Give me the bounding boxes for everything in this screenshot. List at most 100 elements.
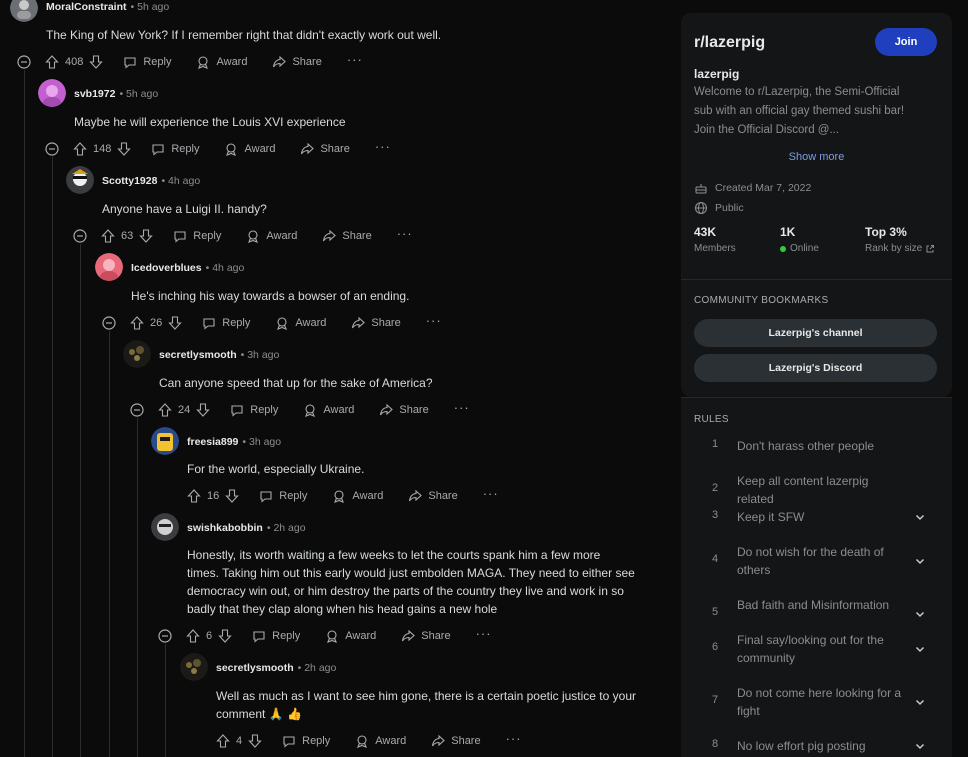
reply-button[interactable]: Reply — [259, 489, 307, 503]
more-options-button[interactable]: ··· — [483, 486, 499, 501]
downvote-icon[interactable] — [139, 229, 154, 243]
award-icon — [305, 404, 316, 417]
bookmark-channel-button[interactable]: Lazerpig's channel — [694, 319, 937, 347]
rule-number: 7 — [712, 694, 719, 706]
vote-control: 26 — [130, 316, 183, 330]
share-button[interactable]: Share — [379, 403, 429, 417]
award-button[interactable]: Award — [325, 629, 376, 643]
downvote-icon[interactable] — [225, 489, 240, 503]
collapse-icon[interactable] — [158, 629, 172, 643]
comment-author[interactable]: freesia899 — [187, 436, 238, 448]
thread-line[interactable] — [80, 244, 81, 757]
rule-number: 4 — [712, 553, 719, 565]
reply-button[interactable]: Reply — [282, 734, 330, 748]
thread-line[interactable] — [24, 70, 25, 757]
collapse-icon[interactable] — [17, 55, 31, 69]
bookmark-discord-button[interactable]: Lazerpig's Discord — [694, 354, 937, 382]
upvote-icon[interactable] — [73, 142, 87, 156]
comment-author[interactable]: swishkabobbin — [187, 522, 263, 534]
upvote-icon[interactable] — [45, 55, 59, 69]
collapse-icon[interactable] — [73, 229, 87, 243]
comment-author[interactable]: MoralConstraint — [46, 1, 127, 13]
downvote-icon[interactable] — [89, 55, 104, 69]
comment-author[interactable]: Scotty1928 — [102, 175, 157, 187]
award-button[interactable]: Award — [303, 403, 354, 417]
upvote-icon[interactable] — [186, 629, 200, 643]
collapse-icon[interactable] — [102, 316, 116, 330]
downvote-icon[interactable] — [168, 316, 183, 330]
reply-button[interactable]: Reply — [123, 55, 171, 69]
share-button[interactable]: Share — [300, 142, 350, 156]
award-button[interactable]: Award — [224, 142, 275, 156]
share-button[interactable]: Share — [272, 55, 322, 69]
rule-number: 2 — [712, 482, 719, 494]
comment-body: The King of New York? If I remember righ… — [46, 28, 442, 42]
reply-button[interactable]: Reply — [173, 229, 221, 243]
community-title[interactable]: r/lazerpig — [694, 34, 765, 52]
more-options-button[interactable]: ··· — [454, 400, 470, 415]
avatar[interactable] — [151, 513, 179, 541]
share-button[interactable]: Share — [351, 316, 401, 330]
avatar[interactable] — [66, 166, 94, 194]
share-button[interactable]: Share — [408, 489, 458, 503]
show-more-link[interactable]: Show more — [681, 151, 952, 163]
reply-button[interactable]: Reply — [230, 403, 278, 417]
chevron-down-icon[interactable] — [914, 696, 926, 708]
award-button[interactable]: Award — [355, 734, 406, 748]
reply-button[interactable]: Reply — [151, 142, 199, 156]
downvote-icon[interactable] — [218, 629, 232, 643]
award-button[interactable]: Award — [332, 489, 383, 503]
reply-button[interactable]: Reply — [252, 629, 300, 643]
comment-author[interactable]: Icedoverblues — [131, 262, 202, 274]
more-options-button[interactable]: ··· — [375, 139, 391, 154]
award-button[interactable]: Award — [196, 55, 247, 69]
avatar[interactable] — [38, 79, 66, 107]
more-options-button[interactable]: ··· — [347, 52, 363, 67]
thread-line[interactable] — [52, 157, 53, 757]
share-button[interactable]: Share — [401, 629, 451, 643]
share-button[interactable]: Share — [322, 229, 372, 243]
chevron-down-icon[interactable] — [914, 555, 926, 567]
avatar[interactable] — [180, 653, 208, 681]
more-options-button[interactable]: ··· — [397, 226, 413, 241]
more-options-button[interactable]: ··· — [506, 731, 522, 746]
share-icon — [380, 403, 394, 416]
comment-author[interactable]: secretlysmooth — [216, 662, 294, 674]
rule-text: Final say/looking out for the community — [737, 633, 884, 665]
chevron-down-icon[interactable] — [914, 643, 926, 655]
upvote-icon[interactable] — [187, 489, 201, 503]
comment-author[interactable]: svb1972 — [74, 88, 115, 100]
upvote-icon[interactable] — [130, 316, 144, 330]
comment-time: • 2h ago — [266, 522, 306, 534]
downvote-icon[interactable] — [117, 142, 132, 156]
upvote-icon[interactable] — [158, 403, 172, 417]
collapse-icon[interactable] — [130, 403, 144, 417]
chevron-down-icon[interactable] — [914, 608, 926, 620]
join-button[interactable]: Join — [875, 28, 937, 56]
avatar[interactable] — [10, 0, 38, 22]
more-options-button[interactable]: ··· — [426, 313, 442, 328]
collapse-icon[interactable] — [45, 142, 59, 156]
external-link-icon[interactable] — [925, 244, 935, 254]
avatar[interactable] — [151, 427, 179, 455]
comment-body: He's inching his way towards a bowser of… — [131, 289, 410, 303]
more-options-button[interactable]: ··· — [476, 626, 492, 641]
chevron-down-icon[interactable] — [914, 511, 926, 523]
thread-line[interactable] — [165, 644, 166, 757]
avatar[interactable] — [123, 340, 151, 368]
downvote-icon[interactable] — [248, 734, 262, 748]
award-button[interactable]: Award — [275, 316, 326, 330]
thread-line[interactable] — [109, 331, 110, 757]
thread-line[interactable] — [137, 418, 138, 757]
share-button[interactable]: Share — [431, 734, 481, 748]
comment-author[interactable]: secretlysmooth — [159, 349, 237, 361]
upvote-icon[interactable] — [216, 734, 230, 748]
reply-button[interactable]: Reply — [202, 316, 250, 330]
upvote-icon[interactable] — [101, 229, 115, 243]
downvote-icon[interactable] — [196, 403, 211, 417]
rank-stat: Top 3% Rank by size — [865, 225, 935, 254]
chevron-down-icon[interactable] — [914, 740, 926, 752]
award-button[interactable]: Award — [246, 229, 297, 243]
avatar[interactable] — [95, 253, 123, 281]
rule-text: Keep it SFW — [737, 510, 805, 524]
